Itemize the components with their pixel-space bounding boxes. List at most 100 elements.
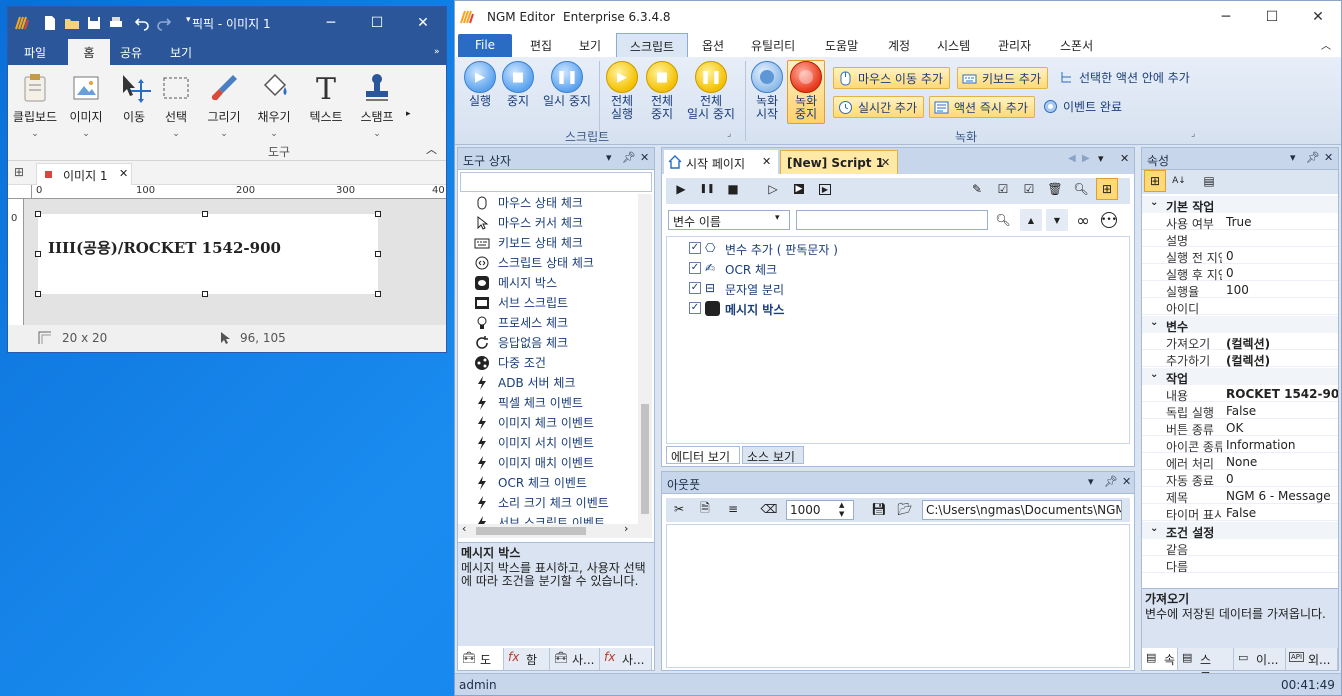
- toolbox-vscrollbar[interactable]: [638, 194, 652, 524]
- draw-button[interactable]: 그리기 ⌄: [204, 71, 244, 139]
- tab-source-view[interactable]: 소스 보기: [742, 446, 804, 464]
- minimize-button[interactable]: ─: [308, 7, 354, 39]
- record-start-button[interactable]: 녹화 시작: [751, 61, 783, 121]
- tab-close-icon[interactable]: ✕: [881, 156, 890, 169]
- tab-view[interactable]: 보기: [170, 44, 192, 61]
- property-row[interactable]: 아이콘 종류 Information: [1142, 436, 1338, 454]
- redo-icon[interactable]: [156, 15, 172, 31]
- toolbox-item[interactable]: 응답없음 체크: [476, 334, 568, 354]
- stamp-button[interactable]: 스탬프 ⌄: [356, 71, 398, 139]
- tab-list-icon[interactable]: ▾: [1098, 152, 1104, 165]
- checkbox[interactable]: ✓: [689, 282, 701, 294]
- text-button[interactable]: T 텍스트: [306, 71, 346, 125]
- property-value[interactable]: False: [1226, 404, 1338, 418]
- pin-icon[interactable]: 📌︎: [1306, 151, 1320, 164]
- run-to-button[interactable]: ▶: [788, 178, 810, 200]
- stop-button[interactable]: ■: [722, 178, 744, 200]
- run-from-button[interactable]: ▶: [814, 178, 836, 200]
- property-value[interactable]: 0: [1226, 266, 1338, 280]
- resize-handle[interactable]: [202, 291, 208, 297]
- bottom-tab-toolbox[interactable]: 🧰︎ 도: [458, 648, 504, 670]
- erase-button[interactable]: ⌫: [758, 498, 780, 520]
- collapse-icon[interactable]: ⌄: [1150, 317, 1158, 328]
- collapse-icon[interactable]: ⌄: [1150, 523, 1158, 534]
- uncheck-button[interactable]: ☑: [1018, 178, 1040, 200]
- move-button[interactable]: 이동: [114, 71, 154, 125]
- property-value[interactable]: True: [1226, 215, 1338, 229]
- new-file-icon[interactable]: [42, 15, 58, 31]
- record-stop-button[interactable]: 녹화 중지: [789, 61, 823, 121]
- tab-system[interactable]: 시스템: [937, 37, 970, 54]
- toolbox-item[interactable]: ADB 서버 체크: [478, 374, 575, 394]
- property-value[interactable]: (컬렉션): [1226, 352, 1338, 369]
- play-button[interactable]: ▶: [670, 178, 692, 200]
- resize-handle[interactable]: [35, 211, 41, 217]
- property-row[interactable]: 제목 NGM 6 - Message: [1142, 487, 1338, 505]
- add-keyboard-button[interactable]: 키보드 추가: [957, 67, 1049, 89]
- delete-button[interactable]: 🗑︎: [1044, 178, 1066, 200]
- property-row[interactable]: 아이디: [1142, 298, 1338, 316]
- loop-button[interactable]: ∞: [1072, 209, 1094, 231]
- toolbox-item[interactable]: 키보드 상태 체크: [474, 234, 583, 254]
- bottom-tab-user2[interactable]: fx 사...: [600, 648, 652, 670]
- doc-tab-image1[interactable]: 이미지 1 ✕: [36, 163, 132, 185]
- run-button[interactable]: ▶ 실행: [463, 61, 497, 108]
- stop-all-button[interactable]: ■ 전체 중지: [645, 61, 679, 121]
- tree-item-selected[interactable]: ✓ 메시지 박스: [689, 301, 784, 318]
- tab-close-icon[interactable]: ✕: [762, 155, 771, 168]
- scroll-right-icon[interactable]: ›: [624, 522, 628, 535]
- canvas-image[interactable]: IIII(공용)/ROCKET 1542-900: [38, 214, 378, 294]
- property-value[interactable]: False: [1226, 506, 1338, 520]
- checkbox[interactable]: ✓: [689, 302, 701, 314]
- image-button[interactable]: 이미지 ⌄: [66, 71, 106, 139]
- tab-account[interactable]: 계정: [888, 37, 910, 54]
- maximize-button[interactable]: ☐: [1249, 1, 1295, 33]
- property-row[interactable]: 같음: [1142, 539, 1338, 557]
- property-row[interactable]: 자동 종료 0: [1142, 470, 1338, 488]
- folder-button[interactable]: 📂︎: [894, 498, 916, 520]
- tab-admin[interactable]: 관리자: [998, 37, 1031, 54]
- tab-start-page[interactable]: 시작 페이지 ✕: [664, 150, 778, 174]
- search-button[interactable]: 🔍︎: [1070, 178, 1092, 200]
- log-path-input[interactable]: C:\Users\ngmas\Documents\NGM6\: [922, 500, 1122, 520]
- property-row[interactable]: 내용 ROCKET 1542-900: [1142, 385, 1338, 403]
- edit-button[interactable]: ✎: [966, 178, 988, 200]
- ribbon-scroll-right-icon[interactable]: ▸: [406, 109, 411, 119]
- resize-handle[interactable]: [375, 251, 381, 257]
- add-mouse-move-button[interactable]: 마우스 이동 추가: [833, 67, 950, 89]
- toolbox-item[interactable]: 스크립트 상태 체크: [475, 254, 594, 274]
- minimize-button[interactable]: ─: [1203, 1, 1249, 33]
- clear-button[interactable]: ✂︎: [668, 498, 690, 520]
- tree-item[interactable]: ✓ ⊟ 문자열 분리: [689, 281, 784, 298]
- property-row[interactable]: 가져오기 (컬렉션): [1142, 333, 1338, 351]
- fill-button[interactable]: 채우기 ⌄: [254, 71, 294, 139]
- undo-icon[interactable]: [134, 15, 150, 31]
- property-row[interactable]: 설명: [1142, 230, 1338, 248]
- tab-view[interactable]: 보기: [579, 37, 601, 54]
- variable-select[interactable]: 변수 이름 ▾: [668, 210, 790, 230]
- variable-value-input[interactable]: [796, 210, 988, 230]
- property-row[interactable]: 에러 처리 None: [1142, 453, 1338, 471]
- panel-dropdown-icon[interactable]: ▾: [1088, 475, 1094, 488]
- toolbox-item[interactable]: 이미지 서치 이벤트: [478, 434, 594, 454]
- toolbox-item[interactable]: 픽셀 체크 이벤트: [478, 394, 583, 414]
- toolbox-item[interactable]: 마우스 커서 체크: [477, 214, 583, 234]
- property-value[interactable]: ROCKET 1542-900: [1226, 387, 1338, 401]
- property-value[interactable]: Information: [1226, 438, 1338, 452]
- tab-utility[interactable]: 유틸리티: [751, 37, 795, 54]
- panel-dropdown-icon[interactable]: ▾: [1290, 151, 1296, 164]
- tab-script[interactable]: 스크립트: [616, 33, 688, 57]
- more-button[interactable]: •••: [1098, 209, 1120, 231]
- panel-dropdown-icon[interactable]: ▾: [606, 151, 612, 164]
- open-folder-icon[interactable]: [64, 15, 80, 31]
- move-down-button[interactable]: ▼: [1046, 209, 1068, 231]
- editor-close-icon[interactable]: ✕: [1120, 152, 1129, 165]
- tab-scroll-left-icon[interactable]: ◀: [1068, 153, 1076, 164]
- checkbox[interactable]: ✓: [689, 242, 701, 254]
- property-value[interactable]: 100: [1226, 283, 1338, 297]
- toolbox-item[interactable]: 소리 크기 체크 이벤트: [478, 494, 609, 514]
- tab-editor-view[interactable]: 에디터 보기: [666, 446, 740, 464]
- panel-close-icon[interactable]: ✕: [640, 151, 649, 164]
- property-row[interactable]: 실행 후 지연0: [1142, 264, 1338, 282]
- toolbox-item[interactable]: 서브 스크립트: [475, 294, 568, 314]
